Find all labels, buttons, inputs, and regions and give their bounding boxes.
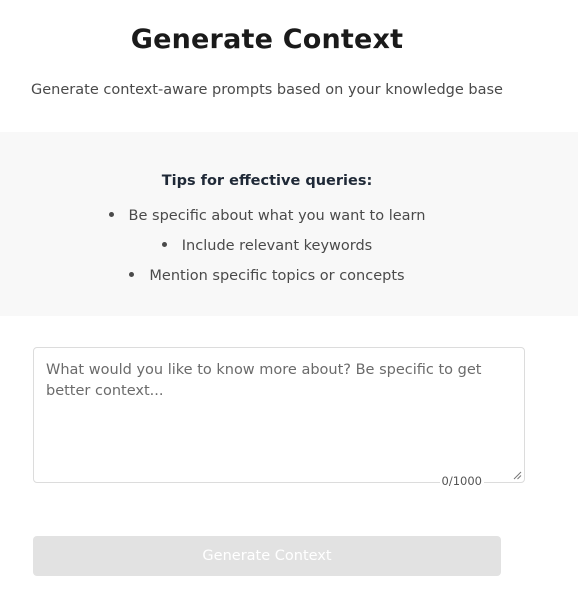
bullet-icon	[129, 271, 135, 277]
tips-list: Be specific about what you want to learn…	[0, 204, 534, 294]
tip-item: Mention specific topics or concepts	[0, 264, 534, 294]
query-box: 0/1000	[33, 347, 525, 488]
bullet-icon	[108, 211, 114, 217]
resize-handle-icon[interactable]	[513, 471, 522, 480]
character-counter: 0/1000	[439, 474, 484, 488]
page-title: Generate Context	[130, 24, 404, 55]
tip-text: Include relevant keywords	[181, 238, 373, 254]
tips-panel: Tips for effective queries: Be specific …	[0, 132, 578, 316]
tip-text: Mention specific topics or concepts	[149, 268, 405, 284]
query-input[interactable]	[34, 348, 524, 482]
bullet-icon	[161, 241, 167, 247]
tip-item: Include relevant keywords	[0, 234, 534, 264]
tip-item: Be specific about what you want to learn	[0, 204, 534, 234]
tips-heading: Tips for effective queries:	[161, 173, 373, 189]
tip-text: Be specific about what you want to learn	[128, 208, 426, 224]
generate-context-button[interactable]: Generate Context	[33, 536, 501, 576]
page-subtitle: Generate context-aware prompts based on …	[31, 82, 503, 98]
